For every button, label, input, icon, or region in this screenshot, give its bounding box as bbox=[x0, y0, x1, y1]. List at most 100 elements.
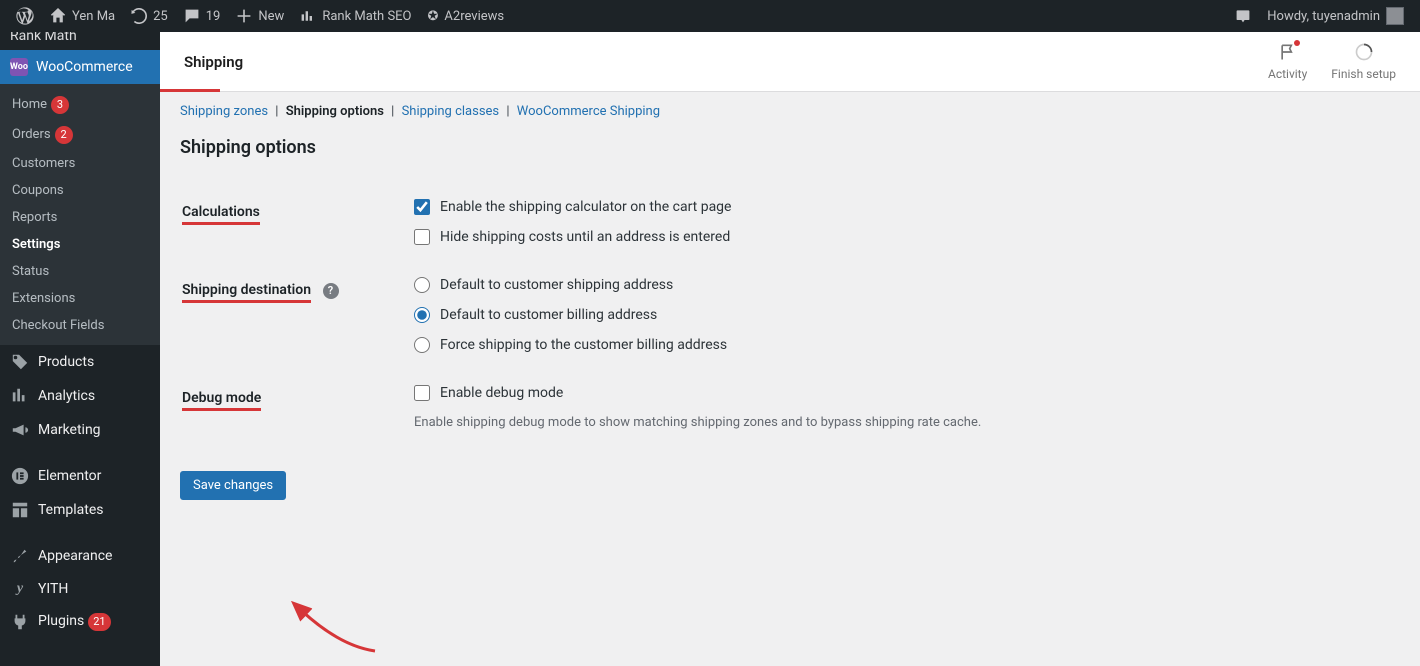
finish-setup-label: Finish setup bbox=[1331, 67, 1396, 81]
menu-templates-label: Templates bbox=[38, 502, 150, 518]
settings-form: Calculations Enable the shipping calcula… bbox=[180, 182, 1400, 447]
menu-plugins[interactable]: Plugins21 bbox=[0, 605, 160, 639]
submenu-customers[interactable]: Customers bbox=[0, 150, 160, 177]
a2reviews-link[interactable]: ✪ A2reviews bbox=[420, 0, 513, 32]
plugin-icon bbox=[10, 613, 30, 631]
menu-elementor-label: Elementor bbox=[38, 468, 150, 484]
howdy-text: Howdy, tuyenadmin bbox=[1267, 9, 1380, 24]
notification-dot bbox=[1294, 40, 1300, 46]
debug-enable-label: Enable debug mode bbox=[440, 385, 563, 401]
dest-shipping-radio[interactable] bbox=[414, 277, 430, 293]
comments-link[interactable]: 19 bbox=[176, 0, 229, 32]
main-content: Shipping Activity Finish setup Shipping … bbox=[160, 32, 1420, 540]
updates-count: 25 bbox=[153, 9, 168, 24]
menu-yith-label: YITH bbox=[38, 581, 150, 597]
a2reviews-label: A2reviews bbox=[444, 9, 504, 24]
circle-plus-icon: ✪ bbox=[428, 9, 439, 24]
annotation-arrow-icon bbox=[290, 601, 380, 661]
menu-plugins-label: Plugins21 bbox=[38, 613, 150, 631]
submenu-settings[interactable]: Settings bbox=[0, 231, 160, 258]
menu-elementor[interactable]: Elementor bbox=[0, 459, 160, 493]
comments-count: 19 bbox=[206, 9, 221, 24]
activity-button[interactable]: Activity bbox=[1268, 42, 1307, 81]
submenu-orders[interactable]: Orders2 bbox=[0, 120, 160, 150]
new-label: New bbox=[258, 9, 284, 24]
calc-enable-row[interactable]: Enable the shipping calculator on the ca… bbox=[414, 199, 1388, 215]
submenu-coupons[interactable]: Coupons bbox=[0, 177, 160, 204]
debug-enable-row[interactable]: Enable debug mode bbox=[414, 385, 1388, 401]
chart-icon bbox=[300, 8, 316, 24]
flag-icon bbox=[1278, 42, 1298, 65]
dest-force-row[interactable]: Force shipping to the customer billing a… bbox=[414, 337, 1388, 353]
calc-enable-label: Enable the shipping calculator on the ca… bbox=[440, 199, 731, 215]
home-icon bbox=[50, 8, 66, 24]
tab-woocommerce-shipping[interactable]: WooCommerce Shipping bbox=[517, 104, 660, 119]
shipping-subtabs: Shipping zones | Shipping options | Ship… bbox=[180, 104, 1400, 119]
tab-shipping-classes[interactable]: Shipping classes bbox=[402, 104, 500, 119]
submenu-extensions[interactable]: Extensions bbox=[0, 285, 160, 312]
plugins-badge: 21 bbox=[88, 613, 110, 631]
finish-setup-button[interactable]: Finish setup bbox=[1331, 42, 1396, 81]
tab-shipping-options[interactable]: Shipping options bbox=[286, 104, 384, 119]
submenu-orders-label: Orders bbox=[12, 127, 51, 142]
help-tooltip-icon[interactable]: ? bbox=[323, 283, 339, 299]
my-account-link[interactable]: Howdy, tuyenadmin bbox=[1259, 0, 1412, 32]
comment-icon bbox=[184, 8, 200, 24]
calc-hide-row[interactable]: Hide shipping costs until an address is … bbox=[414, 229, 1388, 245]
submenu-checkout-fields[interactable]: Checkout Fields bbox=[0, 312, 160, 339]
menu-marketing-label: Marketing bbox=[38, 422, 150, 438]
dest-shipping-row[interactable]: Default to customer shipping address bbox=[414, 277, 1388, 293]
submenu-home-label: Home bbox=[12, 97, 47, 112]
menu-analytics[interactable]: Analytics bbox=[0, 379, 160, 413]
menu-appearance[interactable]: Appearance bbox=[0, 539, 160, 573]
menu-appearance-label: Appearance bbox=[38, 548, 150, 564]
dest-billing-label: Default to customer billing address bbox=[440, 307, 657, 323]
submenu-reports[interactable]: Reports bbox=[0, 204, 160, 231]
activity-label: Activity bbox=[1268, 67, 1307, 81]
woo-icon: Woo bbox=[10, 58, 28, 76]
tab-separator: | bbox=[391, 104, 394, 119]
admin-bar: Yen Ma 25 19 New Rank Math SEO ✪ A2revie… bbox=[0, 0, 1420, 32]
page-title: Shipping bbox=[184, 53, 243, 71]
submenu-status[interactable]: Status bbox=[0, 258, 160, 285]
save-changes-button[interactable]: Save changes bbox=[180, 471, 286, 500]
plus-icon bbox=[236, 8, 252, 24]
menu-woocommerce-label: WooCommerce bbox=[36, 59, 150, 75]
chat-square-icon bbox=[1235, 8, 1251, 24]
calc-hide-checkbox[interactable] bbox=[414, 229, 430, 245]
avatar-icon bbox=[1386, 7, 1404, 25]
updates-link[interactable]: 25 bbox=[123, 0, 176, 32]
site-name-link[interactable]: Yen Ma bbox=[42, 0, 123, 32]
update-icon bbox=[131, 8, 147, 24]
analytics-icon bbox=[10, 387, 30, 405]
dest-force-radio[interactable] bbox=[414, 337, 430, 353]
calc-enable-checkbox[interactable] bbox=[414, 199, 430, 215]
yith-icon: y bbox=[10, 581, 30, 597]
admin-sidebar: Rank Math Woo WooCommerce Home3 Orders2 … bbox=[0, 32, 160, 666]
rank-math-link[interactable]: Rank Math SEO bbox=[292, 0, 419, 32]
woo-submenu: Home3 Orders2 Customers Coupons Reports … bbox=[0, 84, 160, 345]
notifications-link[interactable] bbox=[1227, 0, 1259, 32]
megaphone-icon bbox=[10, 421, 30, 439]
menu-analytics-label: Analytics bbox=[38, 388, 150, 404]
brush-icon bbox=[10, 547, 30, 565]
new-content-link[interactable]: New bbox=[228, 0, 292, 32]
woo-header: Shipping Activity Finish setup bbox=[160, 32, 1420, 92]
menu-woocommerce[interactable]: Woo WooCommerce bbox=[0, 50, 160, 84]
menu-yith[interactable]: y YITH bbox=[0, 573, 160, 605]
dest-billing-radio[interactable] bbox=[414, 307, 430, 323]
tag-icon bbox=[10, 353, 30, 371]
site-name-text: Yen Ma bbox=[72, 9, 115, 24]
menu-rank-math[interactable]: Rank Math bbox=[0, 32, 160, 50]
submenu-home[interactable]: Home3 bbox=[0, 90, 160, 120]
wordpress-icon bbox=[16, 7, 34, 25]
wp-logo[interactable] bbox=[8, 0, 42, 32]
dest-billing-row[interactable]: Default to customer billing address bbox=[414, 307, 1388, 323]
menu-templates[interactable]: Templates bbox=[0, 493, 160, 527]
section-heading: Shipping options bbox=[180, 137, 1400, 158]
tab-shipping-zones[interactable]: Shipping zones bbox=[180, 104, 268, 119]
debug-enable-checkbox[interactable] bbox=[414, 385, 430, 401]
menu-products[interactable]: Products bbox=[0, 345, 160, 379]
menu-products-label: Products bbox=[38, 354, 150, 370]
menu-marketing[interactable]: Marketing bbox=[0, 413, 160, 447]
